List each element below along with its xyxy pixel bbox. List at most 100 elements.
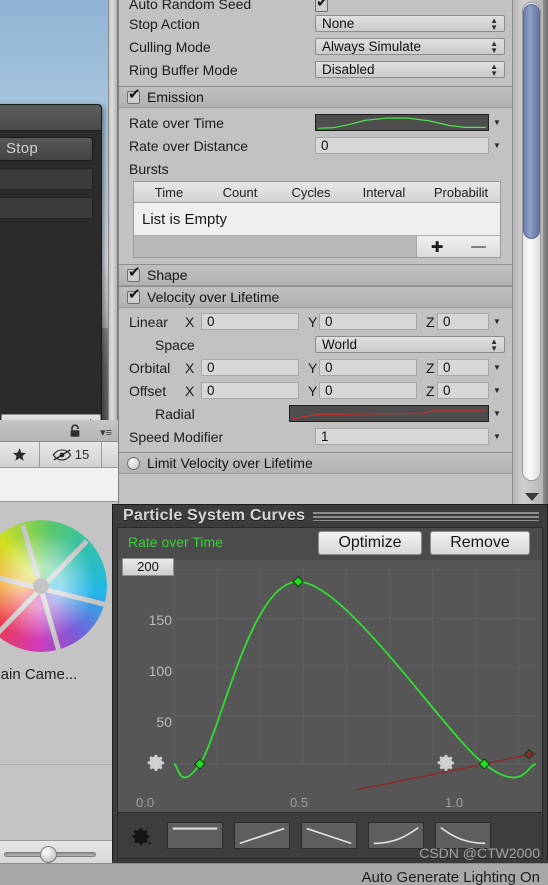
property-row-space[interactable]: Space World ▲ ▼: [119, 333, 513, 356]
curve-preset-linear-down[interactable]: [301, 822, 357, 849]
ring-buffer-mode-dropdown[interactable]: Disabled ▲ ▼: [315, 61, 505, 78]
culling-mode-value: Always Simulate: [322, 39, 422, 54]
curve-preset-ease-in[interactable]: [368, 822, 424, 849]
offset-x-input[interactable]: 0: [201, 382, 299, 399]
curve-graph-svg: [173, 569, 537, 790]
module-header-emission[interactable]: Emission: [119, 86, 513, 108]
curve-preset-linear-up[interactable]: [234, 822, 290, 849]
speed-modifier-label: Speed Modifier: [129, 428, 224, 445]
offset-y-axis-label: Y: [308, 382, 318, 399]
curve-graph[interactable]: 150 100 50 0.0 0.5 1.0: [118, 560, 542, 812]
linear-label: Linear: [129, 313, 168, 330]
space-label: Space: [155, 336, 195, 353]
playback-field-2[interactable]: [0, 197, 93, 219]
property-row-stop-action[interactable]: Stop Action None ▲ ▼: [119, 12, 513, 35]
emission-enabled-checkbox[interactable]: [127, 87, 141, 104]
curve-settings-gear-icon-right[interactable]: [436, 752, 456, 772]
y-max-field[interactable]: 200: [122, 558, 174, 576]
orbital-y-input[interactable]: 0: [319, 359, 417, 376]
property-row-ring-buffer-mode[interactable]: Ring Buffer Mode Disabled ▲ ▼: [119, 58, 513, 81]
curves-panel-titlebar[interactable]: Particle System Curves: [113, 505, 547, 527]
curve-preset-constant[interactable]: [167, 822, 223, 849]
curves-panel-body: Rate over Time Optimize Remove 150 100 5…: [117, 527, 543, 859]
offset-z-input[interactable]: 0: [437, 382, 489, 399]
property-row-auto-random-seed[interactable]: Auto Random Seed: [119, 0, 513, 12]
rate-over-distance-caret-icon[interactable]: ▼: [489, 141, 505, 150]
property-row-rate-over-time[interactable]: Rate over Time ▼: [119, 111, 513, 134]
property-row-orbital[interactable]: Orbital X 0 Y 0 Z 0 ▼: [119, 356, 513, 379]
remove-button[interactable]: Remove: [430, 531, 530, 555]
space-value: World: [322, 337, 358, 352]
particle-system-curves-panel: Particle System Curves Rate over Time Op…: [112, 504, 548, 864]
updown-arrows-icon: ▲▼: [490, 337, 498, 353]
module-header-limit-velocity-over-lifetime[interactable]: Limit Velocity over Lifetime: [119, 452, 513, 474]
linear-x-input[interactable]: 0: [201, 313, 299, 330]
mini-curve-svg: [317, 117, 487, 129]
speed-modifier-input[interactable]: 1: [315, 428, 489, 445]
bursts-add-remove-group: ✚ —: [416, 236, 500, 257]
culling-mode-dropdown[interactable]: Always Simulate ▲ ▼: [315, 38, 505, 55]
rate-over-distance-label: Rate over Distance: [129, 137, 249, 154]
auto-random-seed-checkbox[interactable]: [315, 0, 329, 12]
offset-y-input[interactable]: 0: [319, 382, 417, 399]
bursts-empty-text: List is Empty: [134, 203, 500, 236]
rate-over-time-label: Rate over Time: [129, 114, 224, 131]
property-row-rate-over-distance[interactable]: Rate over Distance 0 ▼: [119, 134, 513, 157]
hidden-objects-tab[interactable]: 15: [40, 441, 102, 468]
particle-count-value: 0: [0, 237, 93, 253]
stop-action-dropdown[interactable]: None ▲ ▼: [315, 15, 505, 32]
shape-enabled-checkbox[interactable]: [127, 265, 141, 282]
linear-z-input[interactable]: 0: [437, 313, 489, 330]
offset-caret-icon[interactable]: ▼: [489, 386, 505, 395]
hamburger-menu-icon[interactable]: ▾≡: [100, 426, 112, 439]
module-header-shape[interactable]: Shape: [119, 264, 513, 286]
speed-modifier-caret-icon[interactable]: ▼: [489, 432, 505, 441]
rate-over-time-curve-thumbnail[interactable]: [315, 114, 489, 131]
module-header-velocity-over-lifetime[interactable]: Velocity over Lifetime: [119, 286, 513, 308]
orbital-caret-icon[interactable]: ▼: [489, 363, 505, 372]
slider-knob[interactable]: [40, 846, 57, 863]
x-tick-10: 1.0: [445, 795, 464, 810]
scroll-down-arrow-icon[interactable]: [525, 493, 539, 501]
particle-effect-titlebar[interactable]: [0, 105, 101, 131]
rate-over-time-caret-icon[interactable]: ▼: [489, 118, 505, 127]
radial-caret-icon[interactable]: ▼: [489, 409, 505, 418]
favorite-tab[interactable]: [0, 441, 40, 468]
stop-button[interactable]: Stop: [0, 137, 93, 161]
linear-y-input[interactable]: 0: [319, 313, 417, 330]
property-row-linear[interactable]: Linear X 0 Y 0 Z 0 ▼: [119, 310, 513, 333]
scene-view-scrollbar[interactable]: [108, 0, 118, 420]
add-burst-button[interactable]: ✚: [431, 238, 444, 256]
optimize-button[interactable]: Optimize: [318, 531, 422, 555]
presets-gear-icon[interactable]: [130, 825, 152, 847]
limit-velocity-enabled-checkbox[interactable]: [127, 456, 140, 470]
orbital-z-input[interactable]: 0: [437, 359, 489, 376]
velocity-over-lifetime-enabled-checkbox[interactable]: [127, 287, 141, 304]
culling-mode-label: Culling Mode: [129, 38, 211, 55]
bursts-list: Time Count Cycles Interval Probabilit Li…: [133, 181, 501, 258]
orbital-x-input[interactable]: 0: [201, 359, 299, 376]
linear-y-axis-label: Y: [308, 313, 318, 330]
space-dropdown[interactable]: World ▲ ▼: [315, 336, 505, 353]
orbital-y-axis-label: Y: [308, 359, 318, 376]
property-row-speed-modifier[interactable]: Speed Modifier 1 ▼: [119, 425, 513, 448]
offset-x-axis-label: X: [185, 382, 195, 399]
remove-burst-button[interactable]: —: [471, 238, 486, 255]
linear-caret-icon[interactable]: ▼: [489, 317, 505, 326]
property-row-culling-mode[interactable]: Culling Mode Always Simulate ▲ ▼: [119, 35, 513, 58]
radial-curve-thumbnail[interactable]: [289, 405, 489, 422]
inspector-scrollbar-thumb[interactable]: [523, 4, 540, 239]
playback-field-1[interactable]: [0, 168, 93, 190]
curve-settings-gear-icon-left[interactable]: [146, 752, 166, 772]
drag-grip-icon[interactable]: [313, 511, 539, 521]
unity-editor-window: Stop 0 ▲▼ ▾≡: [0, 0, 548, 885]
lock-icon[interactable]: [68, 424, 82, 438]
curves-panel-title: Particle System Curves: [123, 507, 306, 524]
property-row-radial[interactable]: Radial ▼: [119, 402, 513, 425]
property-row-offset[interactable]: Offset X 0 Y 0 Z 0 ▼: [119, 379, 513, 402]
rate-over-distance-input[interactable]: 0: [315, 137, 489, 154]
left-inspector-panel: ▾≡ 15 ain Came...: [0, 420, 118, 885]
orbital-x-axis-label: X: [185, 359, 195, 376]
particle-system-inspector: Auto Random Seed Stop Action None ▲▼ Cul…: [118, 0, 548, 505]
orbital-z-axis-label: Z: [426, 359, 435, 376]
